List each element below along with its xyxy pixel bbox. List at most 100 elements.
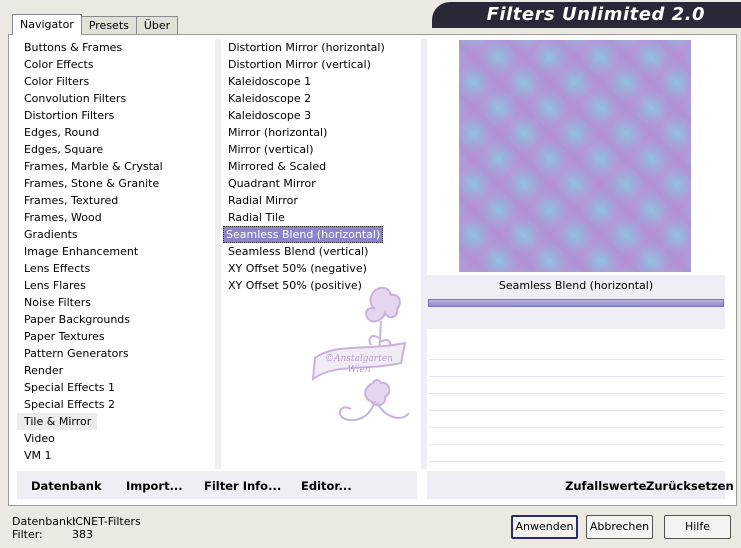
category-item-label: Image Enhancement — [24, 245, 139, 258]
category-item-label: Gradients — [24, 228, 78, 241]
category-item[interactable]: Edges, Square — [17, 141, 217, 158]
category-item-label: Video — [24, 432, 55, 445]
editor-link[interactable]: Editor... — [301, 479, 352, 493]
apply-button[interactable]: Anwenden — [511, 515, 578, 539]
category-item[interactable]: VM 1 — [17, 447, 217, 464]
filter-item[interactable]: Kaleidoscope 2 — [221, 90, 421, 107]
category-item[interactable]: Render — [17, 362, 217, 379]
category-item-label: Color Effects — [24, 58, 94, 71]
watermark-text-line1: ©Anstalgarten — [325, 354, 393, 364]
category-list[interactable]: Buttons & Frames Color Effects Color Filte… — [17, 39, 217, 469]
filter-item-label: Mirror (vertical) — [228, 143, 314, 156]
category-item[interactable]: Tile & Mirror — [17, 413, 217, 430]
category-item-label: VM 1 — [24, 449, 52, 462]
category-item-label: Paper Backgrounds — [24, 313, 131, 326]
category-item-label: Render — [24, 364, 64, 377]
preview-filter-name: Seamless Blend (horizontal) — [427, 275, 725, 297]
help-button[interactable]: Hilfe — [664, 515, 731, 539]
filter-item[interactable]: Kaleidoscope 3 — [221, 107, 421, 124]
category-item-label: Lens Effects — [24, 262, 91, 275]
preview-zoom-slider[interactable] — [427, 297, 725, 309]
filter-item[interactable]: XY Offset 50% (negative) — [221, 260, 421, 277]
list-divider — [421, 39, 427, 469]
category-item-label: Special Effects 2 — [24, 398, 116, 411]
filter-item[interactable]: Seamless Blend (horizontal) — [221, 226, 421, 243]
category-item[interactable]: Pattern Generators — [17, 345, 217, 362]
category-item-label: Edges, Round — [24, 126, 100, 139]
category-item[interactable]: Special Effects 2 — [17, 396, 217, 413]
category-item[interactable]: Convolution Filters — [17, 90, 217, 107]
category-item[interactable]: Gradients — [17, 226, 217, 243]
status-info: Datenbank: ICNET-Filters Filter: 383 — [12, 515, 141, 541]
filter-item-label: Mirror (horizontal) — [228, 126, 328, 139]
filter-item[interactable]: Mirror (horizontal) — [221, 124, 421, 141]
category-item[interactable]: Video — [17, 430, 217, 447]
category-item-label: Edges, Square — [24, 143, 104, 156]
datenbank-status-value: ICNET-Filters — [72, 515, 141, 528]
zufallswerte-link[interactable]: Zufallswerte — [565, 479, 646, 493]
filter-item-label: Radial Mirror — [228, 194, 298, 207]
preview-image — [459, 40, 691, 272]
category-item[interactable]: Paper Backgrounds — [17, 311, 217, 328]
category-item[interactable]: Frames, Textured — [17, 192, 217, 209]
category-item[interactable]: Special Effects 1 — [17, 379, 217, 396]
category-item[interactable]: Lens Effects — [17, 260, 217, 277]
filter-item[interactable]: Kaleidoscope 1 — [221, 73, 421, 90]
filter-item-label: XY Offset 50% (negative) — [228, 262, 367, 275]
category-item-label: Convolution Filters — [24, 92, 127, 105]
category-item-label: Frames, Marble & Crystal — [24, 160, 163, 173]
filter-item[interactable]: Distortion Mirror (horizontal) — [221, 39, 421, 56]
header-banner: Filters Unlimited 2.0 — [432, 2, 741, 28]
slider-track[interactable] — [428, 299, 724, 307]
category-item[interactable]: Frames, Marble & Crystal — [17, 158, 217, 175]
filter-count-label: Filter: — [12, 528, 43, 541]
parameter-lines — [429, 343, 725, 463]
filter-item-label: Seamless Blend (horizontal) — [223, 226, 384, 243]
tab-ueber[interactable]: Über — [135, 16, 179, 35]
datenbank-link[interactable]: Datenbank — [31, 479, 102, 493]
category-item-label: Special Effects 1 — [24, 381, 116, 394]
filter-item-label: Quadrant Mirror — [228, 177, 316, 190]
category-item[interactable]: Frames, Stone & Granite — [17, 175, 217, 192]
filter-item-label: Kaleidoscope 1 — [228, 75, 312, 88]
filter-item[interactable]: Radial Mirror — [221, 192, 421, 209]
watermark-logo: ©Anstalgarten Wien — [311, 286, 410, 421]
filter-item[interactable]: Radial Tile — [221, 209, 421, 226]
category-item[interactable]: Edges, Round — [17, 124, 217, 141]
cancel-button[interactable]: Abbrechen — [586, 515, 653, 539]
filter-info-link[interactable]: Filter Info... — [204, 479, 281, 493]
filter-item[interactable]: Seamless Blend (vertical) — [221, 243, 421, 260]
category-item[interactable]: Noise Filters — [17, 294, 217, 311]
category-item[interactable]: Frames, Wood — [17, 209, 217, 226]
parameter-area — [427, 309, 725, 329]
app-title: Filters Unlimited 2.0 — [486, 4, 705, 25]
filter-item[interactable]: Quadrant Mirror — [221, 175, 421, 192]
category-item-label: Frames, Stone & Granite — [24, 177, 160, 190]
category-item[interactable]: Buttons & Frames — [17, 39, 217, 56]
filter-item[interactable]: Mirror (vertical) — [221, 141, 421, 158]
datenbank-status-label: Datenbank: — [12, 515, 77, 528]
filter-item-label: Kaleidoscope 2 — [228, 92, 312, 105]
category-item[interactable]: Color Filters — [17, 73, 217, 90]
filter-item-label: Seamless Blend (vertical) — [228, 245, 369, 258]
category-item[interactable]: Paper Textures — [17, 328, 217, 345]
filter-item-label: Kaleidoscope 3 — [228, 109, 312, 122]
category-item-label: Pattern Generators — [24, 347, 129, 360]
category-item[interactable]: Distortion Filters — [17, 107, 217, 124]
filter-item-label: Mirrored & Scaled — [228, 160, 327, 173]
import-link[interactable]: Import... — [126, 479, 183, 493]
filter-item-label: Radial Tile — [228, 211, 285, 224]
tab-navigator[interactable]: Navigator — [12, 14, 82, 35]
category-item[interactable]: Color Effects — [17, 56, 217, 73]
watermark-text-line2: Wien — [347, 365, 370, 375]
category-item-label: Buttons & Frames — [24, 41, 123, 54]
category-item[interactable]: Lens Flares — [17, 277, 217, 294]
category-item[interactable]: Image Enhancement — [17, 243, 217, 260]
category-item-label: Lens Flares — [24, 279, 86, 292]
filter-item[interactable]: Mirrored & Scaled — [221, 158, 421, 175]
filter-item[interactable]: Distortion Mirror (vertical) — [221, 56, 421, 73]
zuruecksetzen-link[interactable]: Zurücksetzen — [646, 479, 734, 493]
tab-presets[interactable]: Presets — [80, 16, 137, 35]
category-item-label: Tile & Mirror — [17, 413, 98, 430]
category-item-label: Noise Filters — [24, 296, 91, 309]
